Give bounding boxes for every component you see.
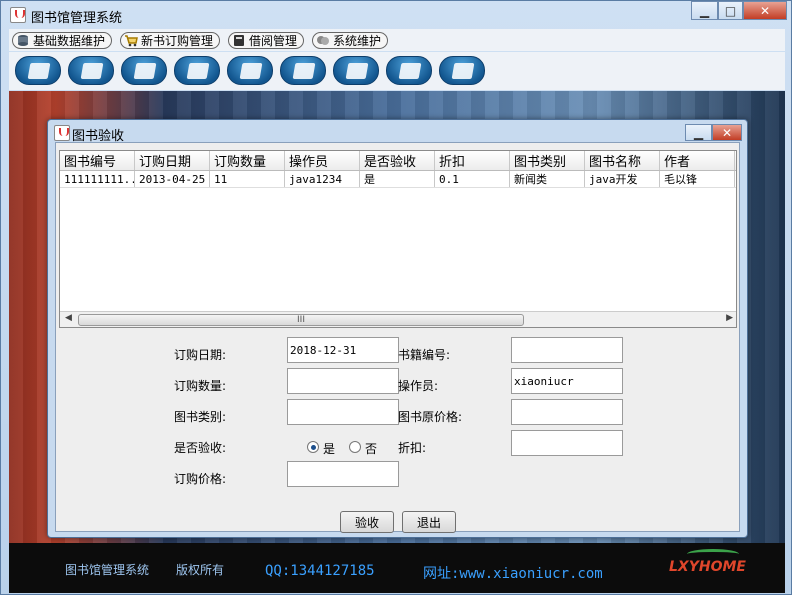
accept-button[interactable]: 验收	[340, 511, 394, 533]
order-table[interactable]: 图书编号 订购日期 订购数量 操作员 是否验收 折扣 图书类别 图书名称 作者 …	[59, 150, 737, 328]
screen-icon[interactable]	[333, 56, 379, 85]
price-field[interactable]	[287, 461, 399, 487]
main-title-bar: 图书馆管理系统 ▁ □ ✕	[1, 1, 791, 29]
wrench-icon	[316, 34, 330, 47]
menu-system[interactable]: 系统维护	[312, 31, 389, 49]
menu-label: 基础数据维护	[33, 33, 106, 48]
isbn-label: 书籍编号:	[398, 348, 451, 362]
table-cell[interactable]: java1234	[285, 171, 360, 187]
order-icon[interactable]	[227, 56, 273, 85]
original-price-label: 图书原价格:	[398, 410, 463, 424]
java-app-icon	[10, 7, 26, 23]
menu-label: 借阅管理	[249, 33, 298, 48]
report-icon[interactable]	[386, 56, 432, 85]
table-cell[interactable]: 0	[735, 171, 736, 187]
horizontal-scrollbar[interactable]: ◀ III ▶	[60, 311, 736, 327]
operator-field[interactable]: xiaoniucr	[511, 368, 623, 394]
menu-borrow[interactable]: 借阅管理	[228, 31, 305, 49]
dialog-close-button[interactable]: ✕	[712, 124, 742, 141]
column-header[interactable]: 操作员	[285, 151, 360, 170]
order-date-label: 订购日期:	[174, 348, 227, 362]
dialog-body: 图书编号 订购日期 订购数量 操作员 是否验收 折扣 图书类别 图书名称 作者 …	[55, 142, 740, 533]
table-row[interactable]: 111111111... 2013-04-25 11 java1234 是 0.…	[60, 171, 736, 188]
table-header: 图书编号 订购日期 订购数量 操作员 是否验收 折扣 图书类别 图书名称 作者	[60, 151, 736, 171]
scroll-thumb[interactable]: III	[78, 314, 524, 326]
edit-icon[interactable]	[68, 56, 114, 85]
column-header[interactable]: 折扣	[435, 151, 510, 170]
table-cell[interactable]: 是	[360, 171, 435, 187]
open-book-icon[interactable]	[15, 56, 61, 85]
column-header[interactable]: 图书编号	[60, 151, 135, 170]
java-app-icon	[54, 125, 70, 141]
table-cell[interactable]: 0.1	[435, 171, 510, 187]
scroll-right-icon[interactable]: ▶	[726, 313, 733, 323]
catalog-icon[interactable]	[121, 56, 167, 85]
main-window: 图书馆管理系统 ▁ □ ✕ 基础数据维护 新书订购管理 借阅管理 系统维护 图书…	[0, 0, 792, 595]
main-window-controls: ▁ □ ✕	[691, 1, 787, 20]
footer-rights: 版权所有	[176, 563, 225, 577]
isbn-field[interactable]	[511, 337, 623, 363]
table-cell[interactable]: java开发	[585, 171, 660, 187]
category-label: 图书类别:	[174, 410, 227, 424]
column-header[interactable]	[735, 151, 736, 170]
column-header[interactable]: 图书名称	[585, 151, 660, 170]
column-header[interactable]: 订购数量	[210, 151, 285, 170]
database-icon	[16, 34, 30, 47]
menu-new-book-order[interactable]: 新书订购管理	[120, 31, 221, 49]
column-header[interactable]: 订购日期	[135, 151, 210, 170]
table-cell[interactable]: 新闻类	[510, 171, 585, 187]
table-cell[interactable]: 111111111...	[60, 171, 135, 187]
logo-swoosh-icon	[687, 549, 739, 559]
search-icon[interactable]	[280, 56, 326, 85]
quantity-label: 订购数量:	[174, 379, 227, 393]
dialog-controls: ▁ ✕	[685, 124, 742, 141]
footer-qq: QQ:1344127185	[265, 563, 375, 579]
column-header[interactable]: 作者	[660, 151, 735, 170]
footer-logo: LXYHOME	[669, 559, 746, 575]
menu-basic-data[interactable]: 基础数据维护	[12, 31, 113, 49]
close-button[interactable]: ✕	[743, 1, 787, 20]
minimize-button[interactable]: ▁	[691, 1, 718, 20]
radio-yes-label: 是	[323, 442, 336, 456]
accepted-label: 是否验收:	[174, 441, 227, 455]
exit-icon[interactable]	[439, 56, 485, 85]
column-header[interactable]: 是否验收	[360, 151, 435, 170]
book-icon	[232, 34, 246, 47]
footer-name: 图书馆管理系统	[65, 563, 150, 577]
category-field[interactable]	[287, 399, 399, 425]
maximize-button[interactable]: □	[718, 1, 743, 20]
table-cell[interactable]: 11	[210, 171, 285, 187]
order-date-field[interactable]: 2018-12-31	[287, 337, 399, 363]
return-icon[interactable]	[174, 56, 220, 85]
menu-bar: 基础数据维护 新书订购管理 借阅管理 系统维护	[9, 29, 785, 51]
operator-label: 操作员:	[398, 379, 439, 393]
scroll-left-icon[interactable]: ◀	[65, 313, 72, 323]
radio-yes[interactable]	[307, 441, 319, 453]
discount-label: 折扣:	[398, 441, 427, 455]
footer-site: 网址:www.xiaoniucr.com	[423, 566, 603, 582]
main-window-title: 图书馆管理系统	[31, 11, 123, 26]
radio-no[interactable]	[349, 441, 361, 453]
footer-banner: 图书馆管理系统 版权所有 QQ:1344127185 网址:www.xiaoni…	[9, 543, 785, 593]
cart-icon	[124, 34, 138, 47]
radio-no-label: 否	[365, 442, 378, 456]
price-label: 订购价格:	[174, 472, 227, 486]
quantity-field[interactable]	[287, 368, 399, 394]
dialog-minimize-button[interactable]: ▁	[685, 124, 712, 141]
menu-label: 新书订购管理	[141, 33, 214, 48]
table-cell[interactable]: 毛以锋	[660, 171, 735, 187]
toolbar	[9, 52, 785, 90]
original-price-field[interactable]	[511, 399, 623, 425]
exit-button[interactable]: 退出	[402, 511, 456, 533]
discount-field[interactable]	[511, 430, 623, 456]
menu-label: 系统维护	[333, 33, 382, 48]
accepted-radio-group: 是 否	[307, 441, 397, 457]
acceptance-dialog: 图书验收 ▁ ✕ 图书编号 订购日期 订购数量 操作员 是否验收 折扣 图书类别…	[47, 119, 748, 538]
column-header[interactable]: 图书类别	[510, 151, 585, 170]
table-cell[interactable]: 2013-04-25	[135, 171, 210, 187]
